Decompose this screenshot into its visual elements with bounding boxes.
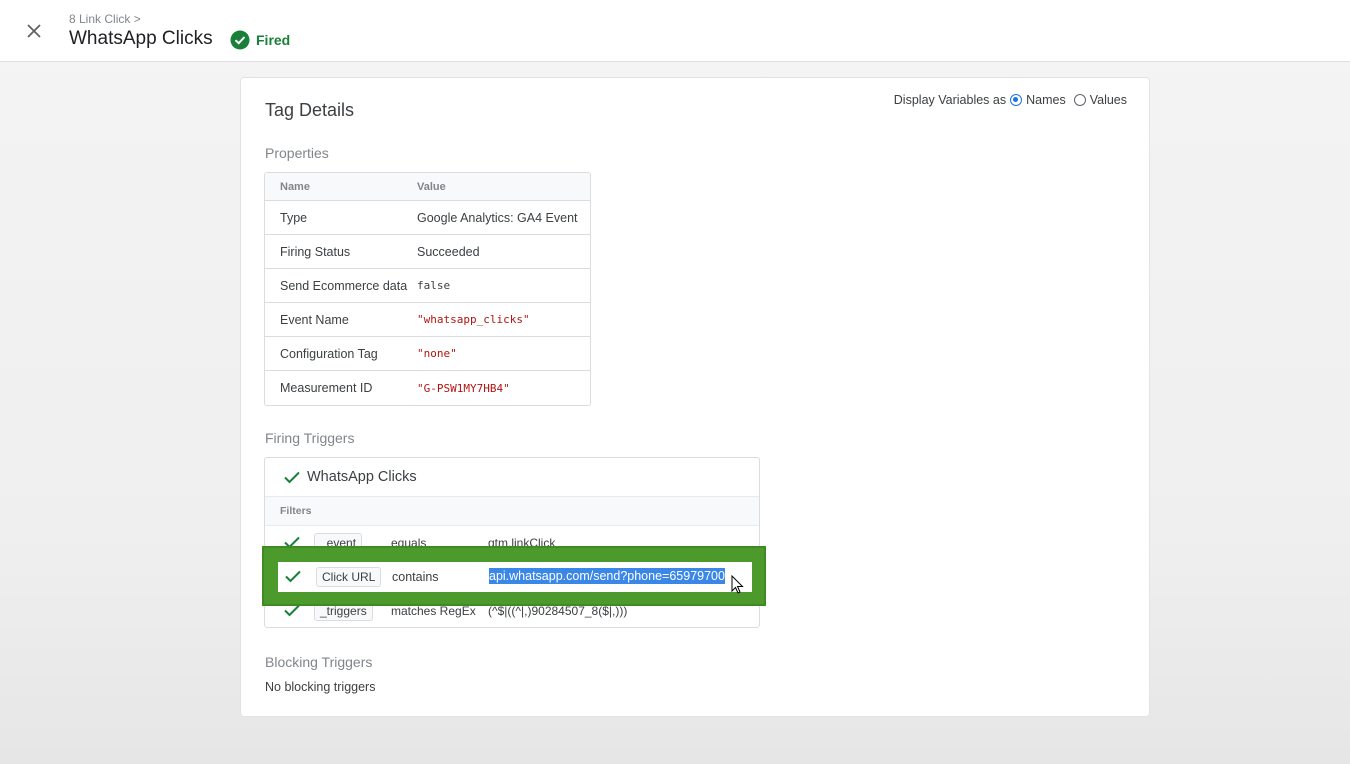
mouse-cursor-icon bbox=[731, 574, 745, 600]
radio-names-label[interactable]: Names bbox=[1026, 93, 1066, 107]
table-row: Firing Status Succeeded bbox=[265, 235, 590, 269]
property-value: Google Analytics: GA4 Event bbox=[417, 210, 578, 225]
filter-variable: Click URL bbox=[316, 567, 382, 587]
radio-values-label[interactable]: Values bbox=[1090, 93, 1127, 107]
page-title: WhatsApp Clicks bbox=[69, 28, 213, 49]
check-icon bbox=[284, 471, 300, 484]
property-value: "none" bbox=[417, 347, 457, 360]
tag-details-card: Tag Details Display Variables as Names V… bbox=[240, 77, 1150, 717]
top-bar: 8 Link Click > WhatsApp Clicks Fired bbox=[0, 0, 1350, 62]
table-row: Event Name "whatsapp_clicks" bbox=[265, 303, 590, 337]
close-icon[interactable] bbox=[22, 19, 46, 43]
property-value: "G-PSW1MY7HB4" bbox=[417, 381, 510, 395]
highlighted-filter-row: Click URL contains api.whatsapp.com/send… bbox=[262, 546, 766, 606]
filter-operator: contains bbox=[392, 570, 439, 584]
table-row: Measurement ID "G-PSW1MY7HB4" bbox=[265, 371, 590, 405]
display-variables-toggle: Display Variables as Names Values bbox=[894, 93, 1127, 107]
breadcrumb[interactable]: 8 Link Click > bbox=[69, 12, 141, 26]
status-badge: Fired bbox=[230, 30, 290, 50]
radio-values[interactable] bbox=[1073, 94, 1086, 106]
filter-row: Click URL contains api.whatsapp.com/send… bbox=[278, 562, 752, 592]
trigger-name: WhatsApp Clicks bbox=[307, 469, 417, 485]
properties-header: Name Value bbox=[265, 173, 590, 201]
property-name: Send Ecommerce data bbox=[280, 278, 408, 293]
property-value: false bbox=[417, 279, 451, 292]
property-name: Configuration Tag bbox=[280, 346, 378, 361]
property-name: Measurement ID bbox=[280, 381, 373, 395]
firing-triggers-label: Firing Triggers bbox=[265, 430, 355, 446]
check-icon bbox=[278, 567, 316, 588]
properties-label: Properties bbox=[265, 145, 329, 161]
table-row: Configuration Tag "none" bbox=[265, 337, 590, 371]
property-value: "whatsapp_clicks" bbox=[417, 313, 530, 326]
card-title: Tag Details bbox=[265, 100, 355, 120]
blocking-triggers-label: Blocking Triggers bbox=[265, 654, 373, 670]
status-label: Fired bbox=[256, 32, 291, 48]
check-circle-icon bbox=[230, 30, 250, 50]
column-header-name: Name bbox=[280, 180, 310, 193]
table-row: Send Ecommerce data false bbox=[265, 269, 590, 303]
display-variables-label: Display Variables as bbox=[893, 93, 1007, 107]
blocking-triggers-text: No blocking triggers bbox=[265, 680, 376, 694]
column-header-value: Value bbox=[417, 180, 446, 193]
filter-operator: matches RegEx bbox=[391, 604, 476, 618]
property-name: Event Name bbox=[280, 312, 349, 327]
table-row: Type Google Analytics: GA4 Event bbox=[265, 201, 590, 235]
property-name: Firing Status bbox=[280, 244, 351, 259]
property-value: Succeeded bbox=[417, 244, 480, 259]
properties-table: Name Value Type Google Analytics: GA4 Ev… bbox=[264, 172, 591, 406]
property-name: Type bbox=[280, 210, 308, 225]
filters-header: Filters bbox=[265, 497, 759, 526]
filter-value: (^$|((^|,)90284507_8($|,))) bbox=[488, 604, 628, 618]
selected-filter-value[interactable]: api.whatsapp.com/send?phone=65979700 bbox=[489, 568, 725, 584]
trigger-header[interactable]: WhatsApp Clicks bbox=[265, 458, 759, 497]
radio-names[interactable] bbox=[1010, 94, 1023, 106]
